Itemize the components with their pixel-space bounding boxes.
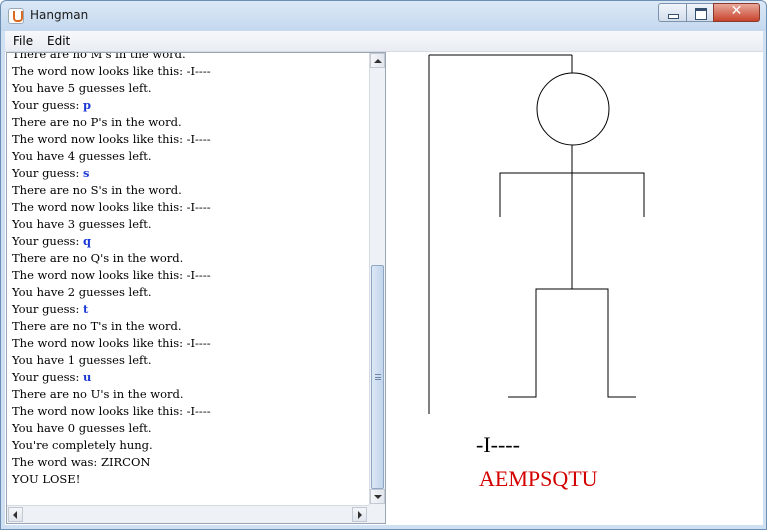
hangman-legs: [508, 288, 636, 398]
log-line: The word now looks like this: -I----: [12, 131, 211, 148]
window-title: Hangman: [30, 8, 89, 22]
log-line: You have 5 guesses left.: [12, 80, 211, 97]
log-line-text: Your guess:: [12, 98, 83, 112]
log-line: The word now looks like this: -I----: [12, 335, 211, 352]
log-line-text: The word was: ZIRCON: [12, 455, 151, 469]
vertical-scroll-thumb[interactable]: [371, 265, 384, 489]
log-line: You have 2 guesses left.: [12, 284, 211, 301]
hangman-figure: [428, 54, 645, 414]
vertical-scrollbar[interactable]: [369, 53, 385, 505]
java-app-icon: [8, 8, 24, 24]
log-line-text: You're completely hung.: [12, 438, 153, 452]
title-bar[interactable]: Hangman ✕: [1, 1, 766, 31]
scroll-grip-icon: [375, 374, 381, 380]
log-line-text: YOU LOSE!: [12, 472, 81, 486]
log-line-text: You have 4 guesses left.: [12, 149, 152, 163]
log-line-text: You have 3 guesses left.: [12, 217, 152, 231]
log-line: The word now looks like this: -I----: [12, 63, 211, 80]
log-line-text: Your guess:: [12, 302, 83, 316]
client-area: File Edit There are no M's in the word. T…: [5, 31, 763, 525]
game-log-lines: There are no M's in the word. The word no…: [12, 53, 211, 488]
log-line: The word now looks like this: -I----: [12, 199, 211, 216]
log-line-text: There are no P's in the word.: [12, 115, 182, 129]
close-button[interactable]: ✕: [713, 3, 760, 22]
maximize-button[interactable]: [686, 3, 714, 22]
log-line-text: You have 0 guesses left.: [12, 421, 152, 435]
word-pattern: -I----: [476, 432, 520, 457]
log-line: Your guess: s: [12, 165, 211, 182]
scroll-up-arrow-icon[interactable]: [370, 53, 385, 68]
menu-file[interactable]: File: [13, 34, 33, 48]
log-line-text: There are no T's in the word.: [12, 319, 182, 333]
log-line-text: The word now looks like this: -I----: [12, 132, 211, 146]
game-log-scroll-pane: There are no M's in the word. The word no…: [6, 52, 386, 524]
scroll-corner: [369, 505, 385, 523]
log-line: There are no T's in the word.: [12, 318, 211, 335]
minimize-button[interactable]: [658, 3, 687, 22]
log-line: Your guess: p: [12, 97, 211, 114]
scroll-left-arrow-icon[interactable]: [8, 507, 23, 522]
guessed-letters: AEMPSQTU: [479, 466, 598, 491]
log-line-text: You have 1 guesses left.: [12, 353, 152, 367]
log-line: The word now looks like this: -I----: [12, 403, 211, 420]
hangman-drawing-panel: -I---- AEMPSQTU: [387, 52, 763, 525]
log-line: There are no M's in the word.: [12, 53, 211, 63]
menu-bar: File Edit: [5, 31, 763, 52]
log-line-text: There are no Q's in the word.: [12, 251, 184, 265]
game-log-text-area[interactable]: There are no M's in the word. The word no…: [7, 53, 369, 505]
menu-edit[interactable]: Edit: [47, 34, 70, 48]
log-line: The word was: ZIRCON: [12, 454, 211, 471]
guess-letter: u: [82, 370, 92, 384]
log-line-text: Your guess:: [12, 370, 83, 384]
guess-letter: s: [82, 166, 90, 180]
horizontal-scrollbar[interactable]: [7, 505, 369, 523]
log-line: You have 3 guesses left.: [12, 216, 211, 233]
log-line-text: Your guess:: [12, 234, 83, 248]
log-line-text: There are no M's in the word.: [12, 53, 186, 61]
scroll-down-arrow-icon[interactable]: [370, 489, 385, 504]
log-line: YOU LOSE!: [12, 471, 211, 488]
log-line-text: Your guess:: [12, 166, 83, 180]
log-line-text: The word now looks like this: -I----: [12, 336, 211, 350]
guess-letter: q: [82, 234, 92, 248]
log-line-text: There are no U's in the word.: [12, 387, 184, 401]
log-line-text: The word now looks like this: -I----: [12, 200, 211, 214]
log-line-text: The word now looks like this: -I----: [12, 404, 211, 418]
log-line-text: There are no S's in the word.: [12, 183, 182, 197]
log-line: There are no P's in the word.: [12, 114, 211, 131]
log-line: There are no Q's in the word.: [12, 250, 211, 267]
log-line: Your guess: t: [12, 301, 211, 318]
log-line: There are no U's in the word.: [12, 386, 211, 403]
log-line: You have 1 guesses left.: [12, 352, 211, 369]
log-line: Your guess: u: [12, 369, 211, 386]
log-line: The word now looks like this: -I----: [12, 267, 211, 284]
log-line: Your guess: q: [12, 233, 211, 250]
log-line: There are no S's in the word.: [12, 182, 211, 199]
hangman-head: [536, 72, 610, 146]
log-line: You're completely hung.: [12, 437, 211, 454]
guess-letter: p: [82, 98, 92, 112]
log-line-text: You have 5 guesses left.: [12, 81, 152, 95]
log-line-text: The word now looks like this: -I----: [12, 64, 211, 78]
log-line: You have 0 guesses left.: [12, 420, 211, 437]
log-line: You have 4 guesses left.: [12, 148, 211, 165]
log-line-text: The word now looks like this: -I----: [12, 268, 211, 282]
hangman-window: Hangman ✕ File Edit There are no M's in …: [0, 0, 767, 530]
log-line-text: You have 2 guesses left.: [12, 285, 152, 299]
scroll-right-arrow-icon[interactable]: [352, 507, 367, 522]
close-icon: ✕: [730, 3, 743, 19]
guess-letter: t: [82, 302, 89, 316]
